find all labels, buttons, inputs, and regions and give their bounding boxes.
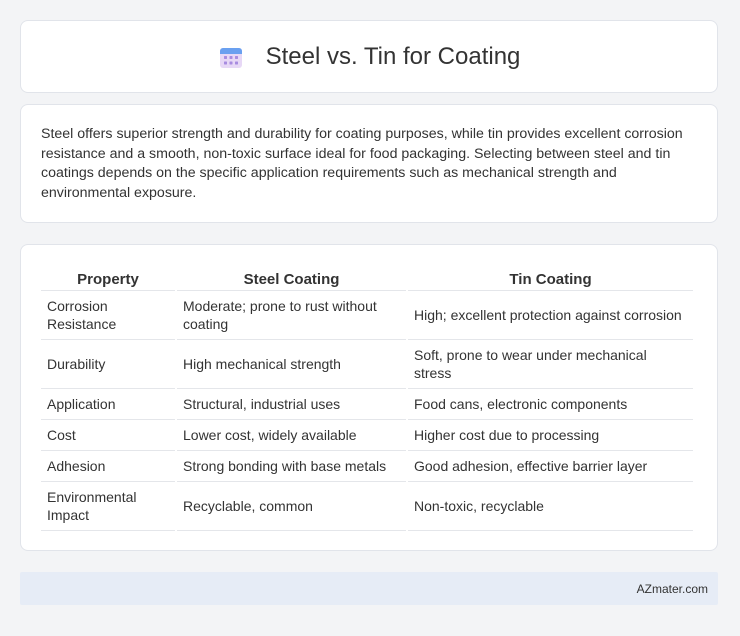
- header-tin-coating: Tin Coating: [408, 265, 693, 291]
- table-cell-tin: High; excellent protection against corro…: [408, 291, 693, 340]
- footer: AZmater.com: [20, 572, 718, 605]
- table-row: Cost Lower cost, widely available Higher…: [41, 420, 693, 451]
- title-wrap: Steel vs. Tin for Coating: [218, 42, 521, 71]
- table-cell-tin: Good adhesion, effective barrier layer: [408, 451, 693, 482]
- header-steel-coating: Steel Coating: [177, 265, 406, 291]
- table-cell-property: Durability: [41, 340, 175, 389]
- table-cell-property: Adhesion: [41, 451, 175, 482]
- table-cell-property: Cost: [41, 420, 175, 451]
- title-card: Steel vs. Tin for Coating: [20, 20, 718, 93]
- table-row: Durability High mechanical strength Soft…: [41, 340, 693, 389]
- table-cell-tin: Food cans, electronic components: [408, 389, 693, 420]
- footer-brand[interactable]: AZmater.com: [637, 582, 708, 596]
- table-cell-property: Environmental Impact: [41, 482, 175, 531]
- table-card: Property Steel Coating Tin Coating Corro…: [20, 244, 718, 551]
- table-row: Corrosion Resistance Moderate; prone to …: [41, 291, 693, 340]
- table-cell-tin: Soft, prone to wear under mechanical str…: [408, 340, 693, 389]
- header-property: Property: [41, 265, 175, 291]
- table-row: Environmental Impact Recyclable, common …: [41, 482, 693, 531]
- table-cell-tin: Non-toxic, recyclable: [408, 482, 693, 531]
- intro-text: Steel offers superior strength and durab…: [41, 126, 683, 201]
- comparison-table: Property Steel Coating Tin Coating Corro…: [39, 265, 695, 531]
- table-cell-property: Corrosion Resistance: [41, 291, 175, 340]
- table-row: Application Structural, industrial uses …: [41, 389, 693, 420]
- page-title: Steel vs. Tin for Coating: [265, 42, 521, 70]
- table-cell-steel: High mechanical strength: [177, 340, 406, 389]
- table-cell-steel: Strong bonding with base metals: [177, 451, 406, 482]
- table-cell-steel: Structural, industrial uses: [177, 389, 406, 420]
- calendar-icon: [218, 44, 244, 70]
- table-cell-steel: Lower cost, widely available: [177, 420, 406, 451]
- table-cell-tin: Higher cost due to processing: [408, 420, 693, 451]
- table-cell-steel: Recyclable, common: [177, 482, 406, 531]
- table-row: Adhesion Strong bonding with base metals…: [41, 451, 693, 482]
- intro-card: Steel offers superior strength and durab…: [20, 104, 718, 223]
- table-cell-steel: Moderate; prone to rust without coating: [177, 291, 406, 340]
- table-cell-property: Application: [41, 389, 175, 420]
- table-header-row: Property Steel Coating Tin Coating: [41, 265, 693, 291]
